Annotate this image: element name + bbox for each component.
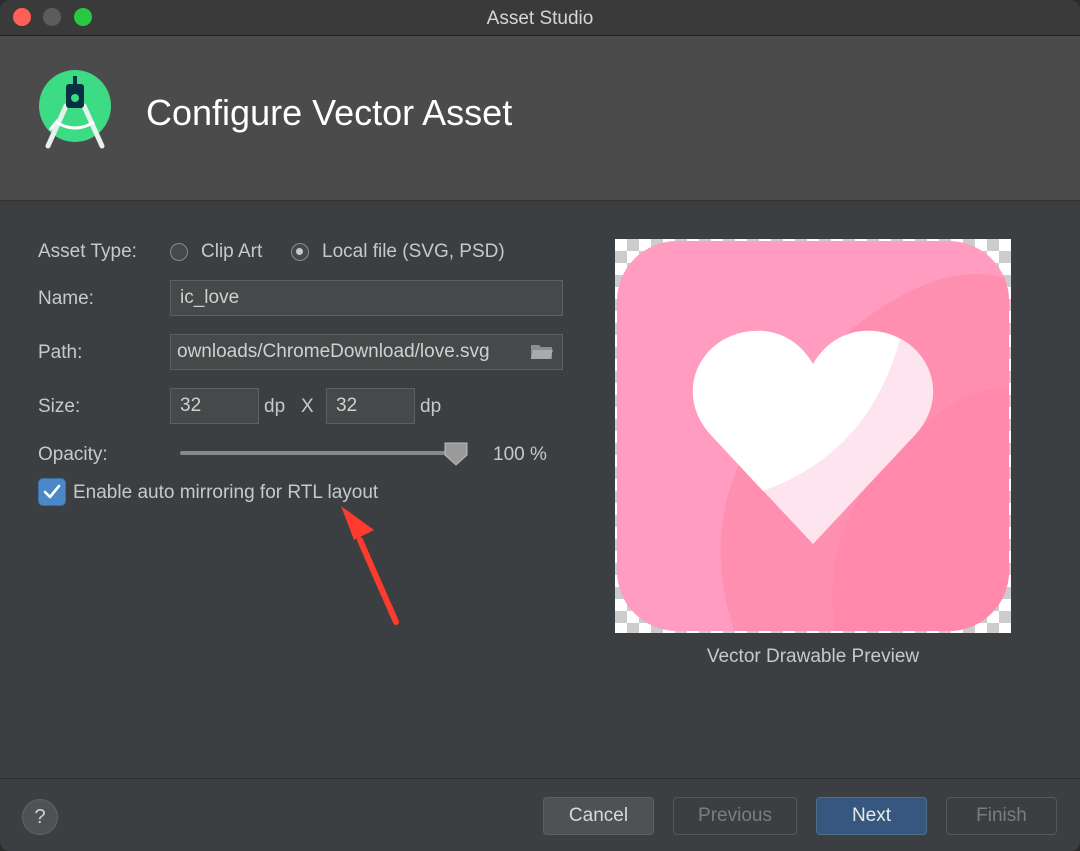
radio-selected-dot [296, 248, 303, 255]
asset-type-label: Asset Type: [38, 241, 137, 262]
clip-art-radio[interactable] [170, 243, 188, 261]
auto-mirroring-checkbox[interactable] [38, 478, 66, 506]
next-button[interactable]: Next [816, 797, 927, 835]
help-button[interactable]: ? [22, 799, 58, 835]
folder-icon[interactable] [530, 343, 554, 361]
width-unit: dp [264, 396, 286, 417]
path-label: Path: [38, 342, 83, 363]
opacity-slider-thumb[interactable] [443, 441, 469, 467]
heart-app-icon [617, 241, 1009, 631]
opacity-value: 100 % [493, 444, 547, 465]
path-value: ownloads/ChromeDownload/love.svg [177, 341, 490, 362]
preview-caption: Vector Drawable Preview [706, 646, 920, 667]
annotation-arrow-icon [341, 506, 399, 625]
size-separator: X [301, 396, 314, 417]
finish-button[interactable]: Finish [946, 797, 1057, 835]
name-label: Name: [38, 288, 94, 309]
path-input[interactable]: ownloads/ChromeDownload/love.svg [170, 334, 563, 370]
cancel-button[interactable]: Cancel [543, 797, 654, 835]
opacity-label: Opacity: [38, 444, 108, 465]
android-studio-logo-icon [39, 70, 111, 149]
window-title: Asset Studio [486, 8, 594, 29]
height-input[interactable]: 32 [326, 388, 415, 424]
name-input[interactable]: ic_love [170, 280, 563, 316]
header-divider [0, 200, 1080, 201]
local-file-radio[interactable] [291, 243, 309, 261]
asset-studio-window: Asset Studio Configure Vector Asset Asse… [0, 0, 1080, 851]
local-file-radio-label[interactable]: Local file (SVG, PSD) [322, 241, 505, 263]
opacity-slider-track[interactable] [180, 451, 456, 455]
checkmark-icon [43, 484, 61, 499]
clip-art-radio-label[interactable]: Clip Art [201, 241, 262, 263]
size-label: Size: [38, 396, 81, 417]
width-input[interactable]: 32 [170, 388, 259, 424]
height-unit: dp [420, 396, 442, 417]
wizard-header: Configure Vector Asset [0, 36, 1080, 200]
previous-button[interactable]: Previous [673, 797, 797, 835]
title-bar: Asset Studio [0, 0, 1080, 36]
vector-preview-canvas [615, 239, 1011, 633]
page-title: Configure Vector Asset [146, 92, 513, 133]
